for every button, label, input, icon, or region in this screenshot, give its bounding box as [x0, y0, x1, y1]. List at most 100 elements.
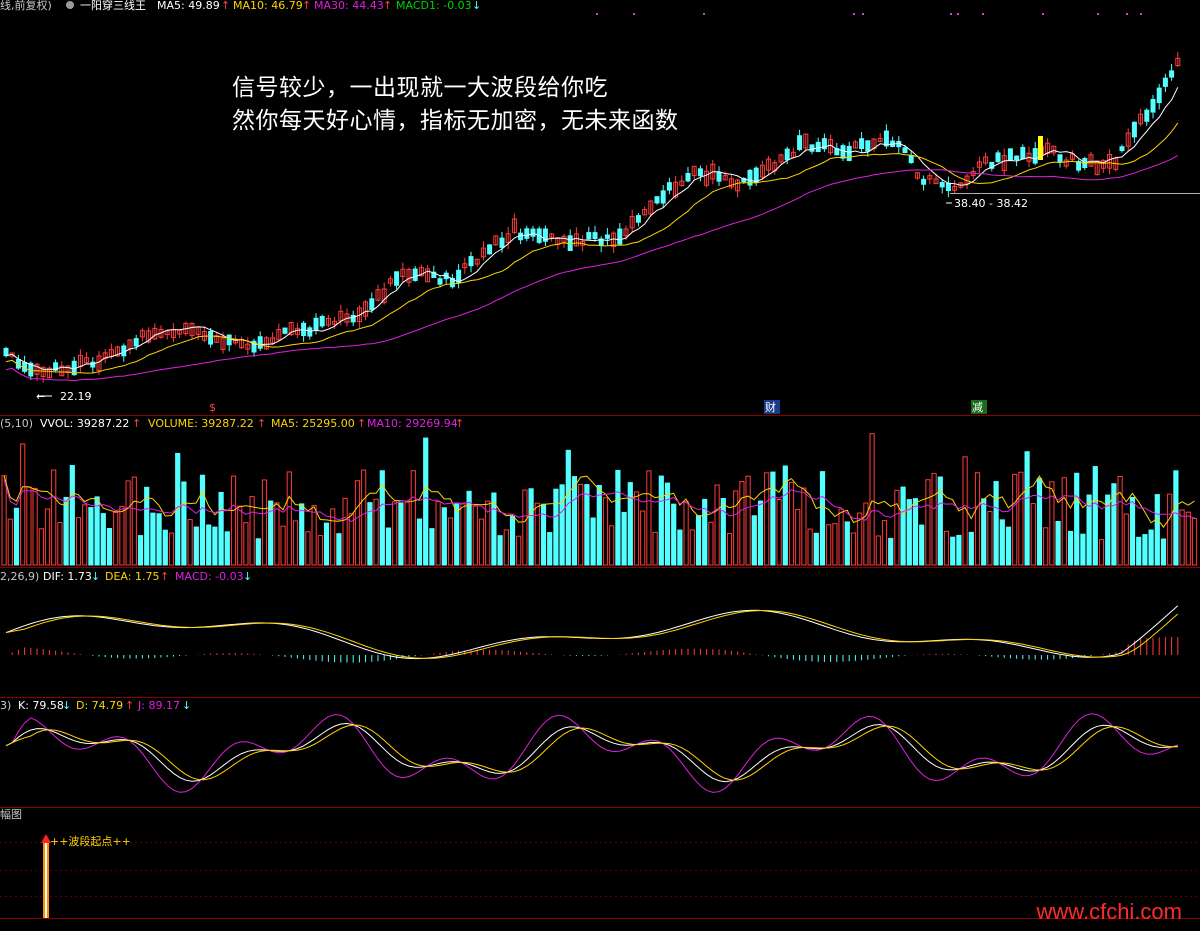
volume-bar [770, 471, 776, 566]
volume-bar [447, 517, 454, 566]
range-price-label: 38.40 - 38.42 [954, 197, 1028, 210]
candle-body [394, 271, 400, 286]
volume-bar [1030, 503, 1036, 566]
dividend-marker: $ [209, 401, 216, 414]
candle-body [257, 336, 263, 349]
volume-bar [63, 496, 69, 566]
event-markers: $ 财 减 [209, 400, 987, 414]
volume-bar [299, 503, 305, 566]
candle-body [1007, 148, 1013, 161]
volume-bar [919, 524, 925, 566]
volume-bar [801, 487, 807, 566]
candle-body [208, 331, 214, 345]
volume-bar [720, 497, 726, 566]
indicator-toggle-icon[interactable] [66, 1, 74, 9]
volume-bar [1129, 496, 1136, 566]
dea-value: DEA: 1.75 [105, 570, 159, 583]
volume-bar [968, 531, 974, 566]
volume-bar [1148, 529, 1154, 566]
volume-bar [26, 486, 32, 566]
volume-bar [113, 512, 119, 566]
candle-body [121, 345, 127, 357]
overlay-caption-line2: 然你每天好心情，指标无加密，无未来函数 [232, 108, 679, 134]
signal-bar: ++波段起点++ [41, 834, 131, 918]
volume-bar [230, 475, 237, 566]
candle-body [518, 232, 524, 241]
candle-body [282, 327, 288, 334]
volume-bar [956, 534, 962, 566]
candle-body [753, 167, 759, 183]
signal-label: ++波段起点++ [50, 834, 131, 848]
volume-bar [237, 505, 243, 566]
volume-bar [671, 503, 677, 566]
volume-bars [1, 433, 1198, 566]
ma30-line [5, 154, 1179, 382]
candle-body [716, 171, 722, 182]
volume-bar [100, 513, 106, 566]
candle-body [1131, 121, 1137, 138]
price-annotations: ← 22.19 38.40 - 38.42 [36, 193, 1200, 403]
dea-line [5, 609, 1179, 659]
candle-body [369, 298, 375, 310]
kdj-series [5, 713, 1178, 793]
volume-bar [602, 497, 609, 566]
candle-body [654, 196, 660, 204]
volume-bar [13, 507, 20, 566]
volume-bar [547, 532, 553, 566]
volume-bar [20, 443, 26, 566]
volume-bar [559, 484, 565, 566]
volume-bar [695, 515, 702, 566]
k-line [5, 722, 1178, 783]
volume-bar [206, 524, 212, 566]
stock-chart[interactable]: 线,前复权) 一阳穿三线王 MA5: 49.89 ↑ MA10: 46.79 ↑… [0, 0, 1200, 931]
volume-bar [1160, 538, 1167, 566]
candle-body [902, 147, 908, 154]
volume-bar [162, 529, 168, 566]
volume-bar [44, 508, 51, 566]
volume-prefix: (5,10) [0, 417, 33, 430]
volume-bar [714, 484, 720, 566]
volume-bar [119, 505, 125, 566]
volume-bar [218, 491, 224, 566]
volume-bar [726, 533, 733, 566]
volume-bar [1012, 473, 1018, 566]
volume-bar [168, 532, 175, 566]
volume-bar [578, 483, 584, 566]
volume-bar [323, 522, 330, 566]
ma5-value: MA5: 49.89 [157, 0, 220, 12]
volume-bar [125, 480, 131, 566]
candle-body [945, 182, 951, 192]
volume-bar [261, 479, 268, 566]
volume-bar [633, 491, 640, 566]
j-line [5, 713, 1178, 793]
volume-bar [69, 465, 75, 566]
dif-line [5, 605, 1179, 660]
signal-header: 幅图 [0, 808, 22, 821]
candle-body [3, 347, 9, 357]
candle-body [499, 237, 505, 248]
volume-bar [1061, 477, 1067, 566]
volume-bar [832, 523, 838, 566]
volume-bar [795, 508, 801, 566]
candle-body [995, 152, 1001, 163]
candle-body [487, 244, 493, 255]
candle-body [524, 228, 530, 239]
candle-body [797, 135, 803, 150]
watermark: www.cfchi.com [1036, 899, 1182, 924]
volume-bar [317, 535, 323, 566]
volume-bar [1024, 451, 1030, 566]
volume-bar [516, 535, 522, 566]
volume-bar [1179, 509, 1185, 566]
candle-body [307, 327, 313, 337]
volume-bar [410, 470, 416, 566]
candle-body [809, 144, 815, 152]
candle-body [1150, 98, 1156, 113]
volume-bar [1067, 530, 1074, 566]
volume-bar [540, 503, 547, 566]
volume-bar [658, 475, 664, 566]
svg-text:←: ← [36, 390, 45, 403]
volume-bar [38, 528, 44, 566]
volume-bar [199, 474, 206, 566]
volume-bar [1098, 539, 1105, 566]
volume-bar [193, 526, 199, 566]
